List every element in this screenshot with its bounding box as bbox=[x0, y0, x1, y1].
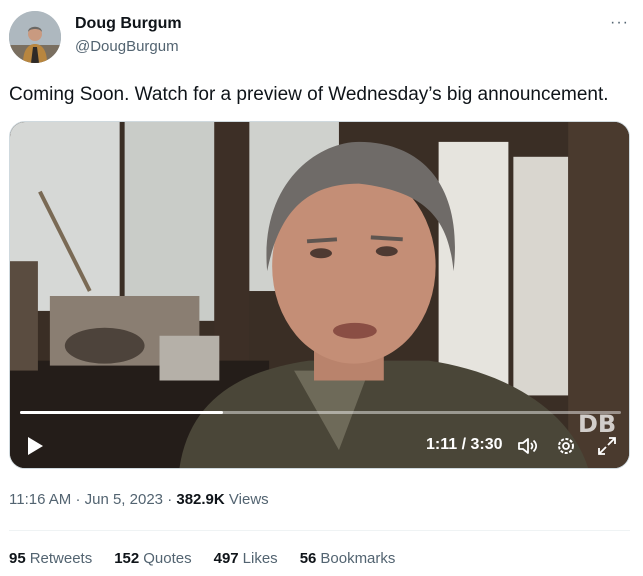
progress-fill bbox=[20, 411, 224, 414]
video-player[interactable]: DB 1:11 / 3:30 bbox=[9, 121, 630, 469]
progress-bar[interactable] bbox=[20, 411, 621, 414]
tweet-meta: 11:16 AM · Jun 5, 2023 · 382.9K Views bbox=[9, 491, 269, 508]
likes-label: Likes bbox=[242, 550, 278, 567]
retweets-label: Retweets bbox=[29, 550, 93, 567]
quotes-count: 152 bbox=[114, 550, 140, 567]
avatar-image bbox=[9, 11, 61, 63]
more-horizontal-icon[interactable]: ··· bbox=[610, 14, 629, 32]
meta-separator: · bbox=[75, 491, 81, 508]
avatar[interactable] bbox=[9, 11, 61, 63]
bookmarks-label: Bookmarks bbox=[320, 550, 396, 567]
engagement-stats: 95 Retweets 152 Quotes 497 Likes 56 Bookmark… bbox=[9, 550, 395, 567]
views-label: Views bbox=[228, 491, 269, 508]
tweet-date[interactable]: Jun 5, 2023 bbox=[85, 491, 163, 508]
meta-separator: · bbox=[167, 491, 173, 508]
likes-stat[interactable]: 497 Likes bbox=[214, 550, 278, 567]
author-name[interactable]: Doug Burgum bbox=[75, 15, 182, 33]
bookmarks-count: 56 bbox=[299, 550, 317, 567]
retweets-stat[interactable]: 95 Retweets bbox=[9, 550, 92, 567]
tweet-card: Doug Burgum @DougBurgum ··· Coming Soon.… bbox=[0, 0, 643, 576]
volume-icon[interactable] bbox=[516, 435, 538, 457]
tweet-text: Coming Soon. Watch for a preview of Wedn… bbox=[9, 84, 609, 105]
bookmarks-stat[interactable]: 56 Bookmarks bbox=[300, 550, 396, 567]
tweet-time[interactable]: 11:16 AM bbox=[9, 491, 71, 508]
views-count: 382.9K bbox=[176, 491, 225, 508]
watermark-logo: DB bbox=[578, 410, 617, 438]
retweets-count: 95 bbox=[9, 550, 26, 567]
author-handle[interactable]: @DougBurgum bbox=[75, 38, 179, 55]
divider bbox=[9, 530, 630, 531]
quotes-label: Quotes bbox=[143, 550, 192, 567]
play-icon[interactable] bbox=[24, 435, 46, 457]
likes-count: 497 bbox=[213, 550, 239, 567]
quotes-stat[interactable]: 152 Quotes bbox=[114, 550, 191, 567]
fullscreen-icon[interactable] bbox=[596, 435, 618, 457]
video-time: 1:11 / 3:30 bbox=[426, 436, 503, 453]
video-frame bbox=[10, 122, 629, 468]
settings-icon[interactable] bbox=[555, 435, 577, 457]
